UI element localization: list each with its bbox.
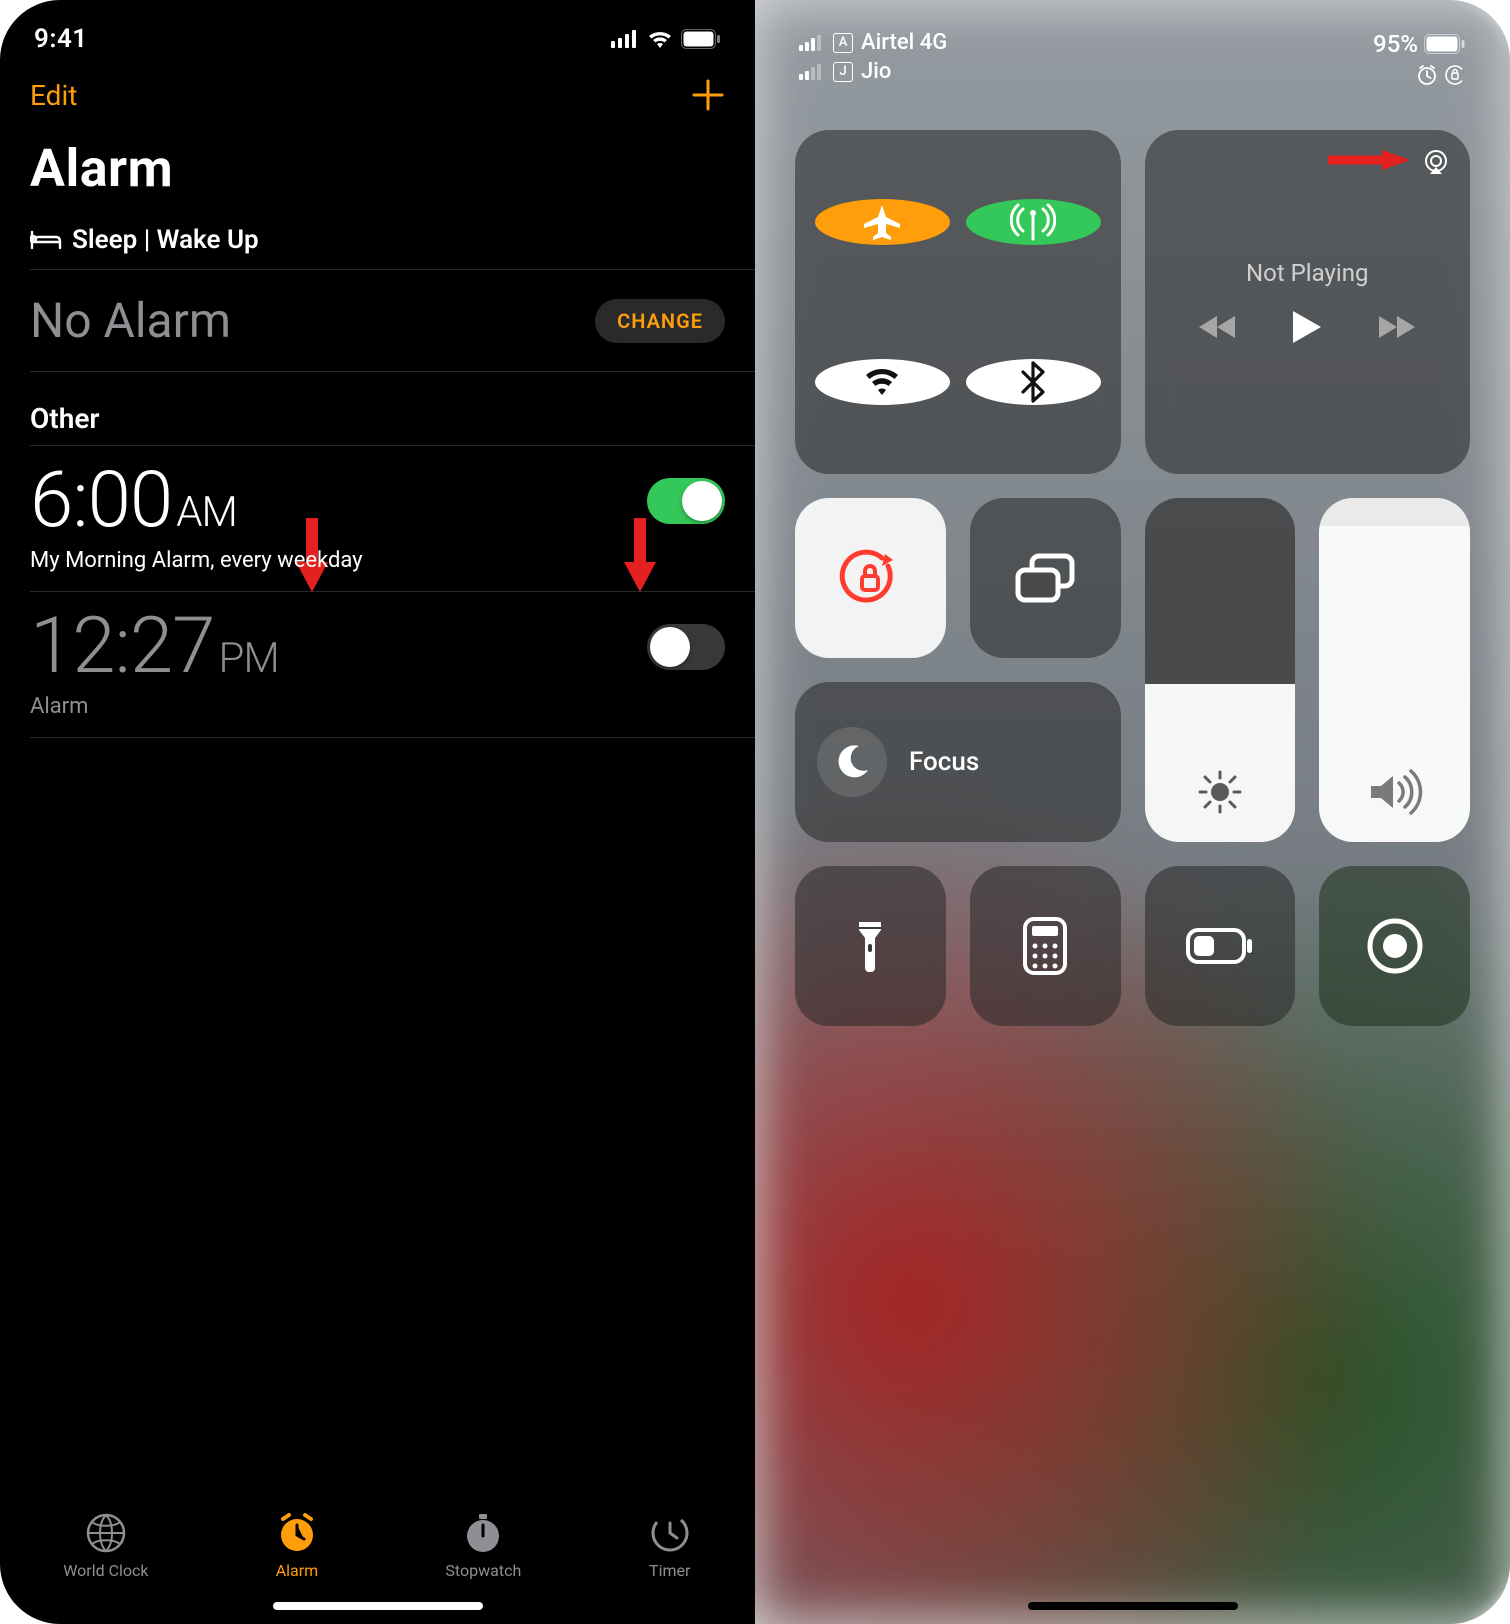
home-indicator[interactable]: [273, 1602, 483, 1610]
battery-percent: 95%: [1373, 30, 1418, 58]
low-power-button[interactable]: [1145, 866, 1296, 1026]
sim-indicator: J: [833, 62, 853, 82]
stopwatch-icon: [461, 1511, 505, 1555]
timer-icon: [648, 1511, 692, 1555]
carrier-row: J Jio: [799, 59, 947, 84]
previous-track-button[interactable]: [1199, 312, 1239, 342]
record-icon: [1365, 916, 1425, 976]
status-bar: A Airtel 4G J Jio 95%: [795, 0, 1470, 86]
sim-indicator: A: [833, 33, 853, 53]
media-tile[interactable]: Not Playing: [1145, 130, 1471, 474]
screen-mirroring-icon: [1012, 550, 1078, 606]
media-title: Not Playing: [1246, 259, 1368, 287]
carrier-name: Jio: [861, 59, 891, 84]
connectivity-tile[interactable]: [795, 130, 1121, 474]
alarm-status-icon: [1416, 64, 1438, 86]
screen-mirroring-button[interactable]: [970, 498, 1121, 658]
battery-icon: [1424, 34, 1466, 54]
low-power-icon: [1185, 927, 1255, 965]
status-carriers: A Airtel 4G J Jio: [799, 30, 947, 86]
divider: [30, 737, 755, 738]
alarm-label: My Morning Alarm, every weekday: [30, 548, 725, 573]
battery-icon: [681, 29, 721, 49]
carrier-row: A Airtel 4G: [799, 30, 947, 55]
bluetooth-icon: [1013, 359, 1053, 405]
media-controls: [1199, 309, 1415, 345]
flashlight-icon: [853, 916, 887, 976]
volume-slider[interactable]: [1319, 498, 1470, 842]
cellular-data-toggle[interactable]: [966, 199, 1101, 245]
focus-button[interactable]: Focus: [795, 682, 1121, 842]
carrier-name: Airtel 4G: [861, 30, 947, 55]
control-center-tiles: Not Playing: [795, 130, 1470, 1026]
volume-icon: [1367, 768, 1423, 816]
tab-label: World Clock: [63, 1561, 148, 1580]
change-button[interactable]: CHANGE: [595, 299, 725, 343]
calculator-button[interactable]: [970, 866, 1121, 1026]
airplane-icon: [859, 199, 905, 245]
antenna-icon: [1010, 199, 1056, 245]
sleep-header-label: Sleep | Wake Up: [72, 225, 259, 255]
status-right: 95%: [1373, 30, 1466, 86]
no-alarm-label: No Alarm: [30, 292, 231, 349]
nav-bar: Edit: [0, 60, 755, 120]
brightness-slider[interactable]: [1145, 498, 1296, 842]
signal-icon: [799, 35, 825, 51]
airplane-mode-toggle[interactable]: [815, 199, 950, 245]
tab-label: Stopwatch: [445, 1561, 521, 1580]
phone-control-center: A Airtel 4G J Jio 95%: [755, 0, 1510, 1624]
tab-timer[interactable]: Timer: [648, 1511, 692, 1580]
signal-icon: [611, 30, 639, 48]
orientation-lock-status-icon: [1444, 64, 1466, 86]
edit-button[interactable]: Edit: [30, 79, 77, 112]
alarm-time: 6:00AM: [30, 462, 237, 540]
battery-status: 95%: [1373, 30, 1466, 58]
bluetooth-toggle[interactable]: [966, 359, 1101, 405]
page-title: Alarm: [0, 120, 755, 215]
alarm-toggle[interactable]: [647, 624, 725, 670]
signal-icon: [799, 64, 825, 80]
status-icons: [1416, 64, 1466, 86]
orientation-lock-icon: [838, 546, 902, 610]
tab-label: Timer: [649, 1561, 690, 1580]
play-button[interactable]: [1291, 309, 1323, 345]
wifi-icon: [859, 359, 905, 405]
screen-record-button[interactable]: [1319, 866, 1470, 1026]
tab-label: Alarm: [276, 1561, 318, 1580]
tab-bar: World Clock Alarm Stopwatch Timer: [0, 1499, 755, 1592]
alarm-icon: [275, 1511, 319, 1555]
status-bar: 9:41: [0, 0, 755, 60]
focus-label: Focus: [909, 747, 979, 777]
tab-alarm[interactable]: Alarm: [275, 1511, 319, 1580]
tab-stopwatch[interactable]: Stopwatch: [445, 1511, 521, 1580]
calculator-icon: [1022, 916, 1068, 976]
alarm-row[interactable]: 6:00AM My Morning Alarm, every weekday: [0, 446, 755, 591]
wifi-icon: [647, 29, 673, 49]
status-time: 9:41: [34, 24, 88, 54]
alarm-time: 12:27PM: [30, 608, 279, 686]
phone-clock-app: 9:41 Edit Alarm: [0, 0, 755, 1624]
globe-icon: [84, 1511, 128, 1555]
brightness-icon: [1196, 768, 1244, 816]
orientation-lock-toggle[interactable]: [795, 498, 946, 658]
airplay-icon[interactable]: [1420, 148, 1452, 178]
next-track-button[interactable]: [1375, 312, 1415, 342]
wifi-toggle[interactable]: [815, 359, 950, 405]
flashlight-button[interactable]: [795, 866, 946, 1026]
bed-icon: [30, 229, 62, 251]
status-indicators: [611, 29, 721, 49]
alarm-label: Alarm: [30, 694, 725, 719]
sleep-alarm-row: No Alarm CHANGE: [0, 270, 755, 371]
add-alarm-button[interactable]: [691, 78, 725, 112]
annotation-arrow-icon: [1324, 148, 1414, 172]
tab-world-clock[interactable]: World Clock: [63, 1511, 148, 1580]
screenshot-container: 9:41 Edit Alarm: [0, 0, 1510, 1624]
moon-icon: [817, 727, 887, 797]
sleep-section-header: Sleep | Wake Up: [0, 215, 755, 269]
alarm-row[interactable]: 12:27PM Alarm: [0, 592, 755, 737]
alarm-toggle[interactable]: [647, 478, 725, 524]
other-section-header: Other: [0, 372, 755, 445]
